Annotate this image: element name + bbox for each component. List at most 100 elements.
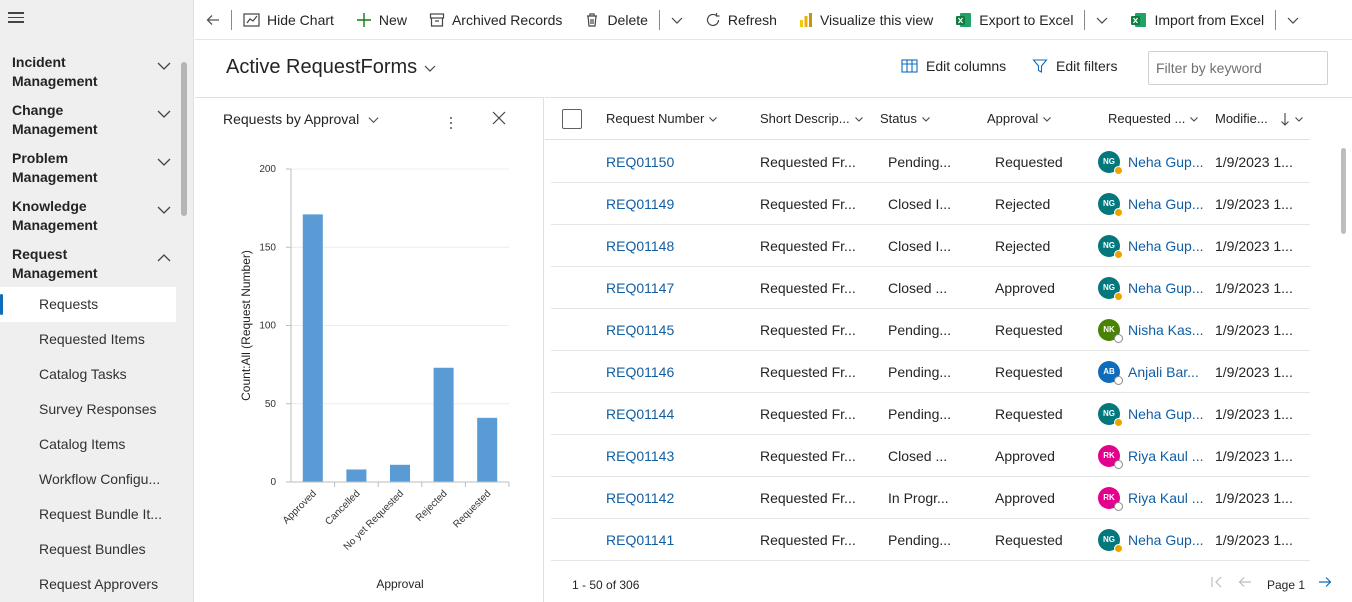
requested-for-cell[interactable]: RK Riya Kaul ... [1098,435,1206,477]
table-row[interactable]: REQ01149 Requested Fr... Closed I... Reject… [551,183,1310,225]
requested-for-cell[interactable]: NG Neha Gup... [1098,183,1206,225]
delete-button[interactable]: Delete [573,0,658,40]
sidebar-section-problem[interactable]: Problem Management [12,149,172,187]
request-number-link[interactable]: REQ01141 [606,519,726,561]
bar-rejected[interactable] [433,367,454,482]
y-tick-label: 0 [270,477,276,488]
table-row[interactable]: REQ01150 Requested Fr... Pending... Request… [551,141,1310,183]
export-options-button[interactable] [1085,0,1119,40]
sidebar-section-incident[interactable]: Incident Management [12,53,172,91]
close-chart-icon[interactable] [492,111,506,125]
sidebar-scrollbar[interactable] [181,62,187,216]
user-name-link[interactable]: Neha Gup... [1128,183,1204,225]
requested-for-cell[interactable]: NG Neha Gup... [1098,519,1206,561]
sidebar-item-request-bundle-items[interactable]: Request Bundle It... [0,497,176,532]
first-page-icon[interactable] [1210,575,1224,589]
table-row[interactable]: REQ01148 Requested Fr... Closed I... Reject… [551,225,1310,267]
column-header-modified-on[interactable]: Modifie... [1215,98,1304,140]
grid-header: Request Number Short Descrip... Status A… [545,98,1310,140]
next-page-icon[interactable] [1318,575,1332,589]
bar-no-yet-requested[interactable] [389,464,411,482]
table-row[interactable]: REQ01143 Requested Fr... Closed ... Approve… [551,435,1310,477]
table-row[interactable]: REQ01144 Requested Fr... Pending... Request… [551,393,1310,435]
sidebar-item-request-approvers[interactable]: Request Approvers [0,567,176,602]
requested-for-cell[interactable]: RK Riya Kaul ... [1098,477,1206,519]
request-number-link[interactable]: REQ01142 [606,477,726,519]
status-cell: Closed I... [888,196,952,212]
previous-page-icon[interactable] [1238,575,1252,589]
more-delete-options-button[interactable] [660,0,694,40]
user-name-link[interactable]: Riya Kaul ... [1128,435,1203,477]
sidebar-item-survey-responses[interactable]: Survey Responses [0,392,176,427]
edit-filters-button[interactable]: Edit filters [1032,58,1117,74]
user-name-link[interactable]: Neha Gup... [1128,225,1204,267]
view-selector-chevron-icon[interactable] [423,61,437,75]
sidebar-item-request-bundles[interactable]: Request Bundles [0,532,176,567]
more-options-icon[interactable] [449,116,453,130]
export-excel-button[interactable]: Export to Excel [944,0,1084,40]
request-number-link[interactable]: REQ01145 [606,309,726,351]
user-name-link[interactable]: Nisha Kas... [1128,309,1203,351]
column-header-approval[interactable]: Approval [987,98,1052,140]
back-button[interactable] [195,0,231,40]
column-header-label: Modifie... [1215,111,1268,126]
request-number-link[interactable]: REQ01143 [606,435,726,477]
edit-columns-button[interactable]: Edit columns [901,58,1006,74]
refresh-icon [706,12,720,26]
sidebar-section-request[interactable]: Request Management [12,245,172,283]
column-header-short-description[interactable]: Short Descrip... [760,98,864,140]
sidebar-section-change[interactable]: Change Management [12,101,172,139]
column-header-request-number[interactable]: Request Number [606,98,718,140]
hamburger-menu-icon[interactable] [8,9,24,25]
table-row[interactable]: REQ01147 Requested Fr... Closed ... Approve… [551,267,1310,309]
requested-for-cell[interactable]: AB Anjali Bar... [1098,351,1206,393]
sidebar-item-catalog-items[interactable]: Catalog Items [0,427,176,462]
sidebar-item-requested-items[interactable]: Requested Items [0,322,176,357]
visualize-button[interactable]: Visualize this view [788,0,944,40]
requested-for-cell[interactable]: NG Neha Gup... [1098,267,1206,309]
bar-cancelled[interactable] [346,469,367,482]
avatar-initials: NG [1103,283,1115,292]
user-name-link[interactable]: Neha Gup... [1128,393,1204,435]
user-name-link[interactable]: Neha Gup... [1128,141,1204,183]
bar-requested[interactable] [477,417,498,482]
column-header-requested-for[interactable]: Requested ... [1108,98,1199,140]
filter-keyword-input[interactable] [1148,51,1328,85]
chart-selector-chevron-icon[interactable] [367,113,380,126]
table-row[interactable]: REQ01146 Requested Fr... Pending... Request… [551,351,1310,393]
table-row[interactable]: REQ01145 Requested Fr... Pending... Request… [551,309,1310,351]
import-excel-button[interactable]: Import from Excel [1119,0,1275,40]
import-options-button[interactable] [1276,0,1310,40]
chart-title[interactable]: Requests by Approval [223,111,359,127]
requested-for-cell[interactable]: NK Nisha Kas... [1098,309,1206,351]
grid-scrollbar[interactable] [1341,148,1346,234]
bar-approved[interactable] [302,214,323,482]
select-all-checkbox[interactable] [562,109,582,129]
requested-for-cell[interactable]: NG Neha Gup... [1098,393,1206,435]
user-name-link[interactable]: Riya Kaul ... [1128,477,1203,519]
column-header-status[interactable]: Status [880,98,931,140]
request-number-link[interactable]: REQ01146 [606,351,726,393]
user-name-link[interactable]: Anjali Bar... [1128,351,1199,393]
requested-for-cell[interactable]: NG Neha Gup... [1098,141,1206,183]
view-title[interactable]: Active RequestForms [226,56,417,79]
user-name-link[interactable]: Neha Gup... [1128,519,1204,561]
table-row[interactable]: REQ01141 Requested Fr... Pending... Request… [551,519,1310,561]
table-row[interactable]: REQ01142 Requested Fr... In Progr... Approv… [551,477,1310,519]
sidebar-section-knowledge[interactable]: Knowledge Management [12,197,172,235]
sidebar-item-workflow-configurations[interactable]: Workflow Configu... [0,462,176,497]
user-name-link[interactable]: Neha Gup... [1128,267,1204,309]
request-number-link[interactable]: REQ01147 [606,267,726,309]
request-number-link[interactable]: REQ01144 [606,393,726,435]
refresh-button[interactable]: Refresh [694,0,788,40]
hide-chart-button[interactable]: Hide Chart [232,0,345,40]
request-number-link[interactable]: REQ01149 [606,183,726,225]
request-number-link[interactable]: REQ01148 [606,225,726,267]
requested-for-cell[interactable]: NG Neha Gup... [1098,225,1206,267]
archived-records-button[interactable]: Archived Records [418,0,574,40]
sort-descending-icon [1280,113,1289,126]
request-number-link[interactable]: REQ01150 [606,141,726,183]
sidebar-item-catalog-tasks[interactable]: Catalog Tasks [0,357,176,392]
sidebar-item-requests[interactable]: Requests [0,287,176,322]
new-button[interactable]: New [345,0,418,40]
